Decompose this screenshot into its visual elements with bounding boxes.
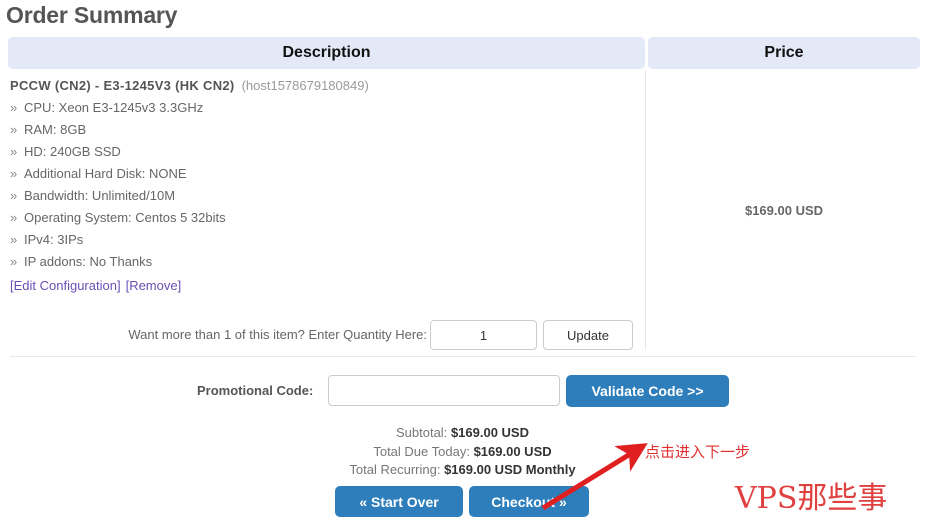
recurring-label: Total Recurring:: [349, 462, 441, 477]
quantity-input[interactable]: [430, 320, 537, 350]
chevron-right-icon: »: [10, 254, 18, 269]
page-title: Order Summary: [6, 2, 178, 28]
start-over-button[interactable]: « Start Over: [335, 486, 463, 517]
spec-bandwidth-label: Bandwidth: Unlimited/10M: [24, 188, 176, 203]
subtotal-label: Subtotal:: [395, 425, 448, 440]
edit-configuration-link[interactable]: [Edit Configuration]: [10, 278, 121, 293]
spec-cpu: » CPU: Xeon E3-1245v3 3.3GHz: [10, 100, 630, 115]
spec-ipv4-label: IPv4: 3IPs: [24, 232, 84, 247]
chevron-right-icon: »: [10, 166, 18, 181]
due-today-label: Total Due Today:: [373, 443, 470, 459]
checkout-button[interactable]: Checkout »: [469, 486, 589, 517]
table-header-price: Price: [648, 37, 920, 69]
promotional-code-input[interactable]: [328, 375, 560, 406]
chevron-right-icon: »: [10, 100, 18, 115]
chevron-right-icon: »: [10, 210, 18, 225]
order-item-host-id: (host1578679180849): [241, 78, 369, 93]
chevron-right-icon: »: [10, 188, 18, 203]
spec-ram-label: RAM: 8GB: [24, 122, 87, 137]
quantity-label: Want more than 1 of this item? Enter Qua…: [128, 327, 427, 342]
recurring-value: $169.00 USD Monthly: [444, 462, 576, 477]
order-item-name: PCCW (CN2) - E3-1245V3 (HK CN2): [10, 78, 235, 93]
subtotal-value: $169.00 USD: [450, 425, 529, 440]
spec-ip-addons: » IP addons: No Thanks: [10, 254, 630, 269]
chevron-right-icon: »: [10, 144, 18, 159]
spec-ip-addons-label: IP addons: No Thanks: [24, 254, 153, 269]
validate-code-button[interactable]: Validate Code >>: [566, 375, 729, 407]
chevron-right-icon: »: [10, 232, 18, 247]
spec-cpu-label: CPU: Xeon E3-1245v3 3.3GHz: [24, 100, 204, 115]
table-header-price-label: Price: [764, 44, 804, 61]
spec-operating-system: » Operating System: Centos 5 32bits: [10, 210, 630, 225]
watermark: VPS那些事: [735, 481, 888, 516]
order-item-price: $169.00 USD: [744, 203, 824, 218]
section-divider: [10, 356, 915, 357]
order-item-links: [Edit Configuration] [Remove]: [10, 278, 630, 293]
promotional-code-label: Promotional Code:: [197, 383, 314, 398]
spec-ram: » RAM: 8GB: [10, 122, 630, 137]
due-today-value: $169.00 USD: [473, 443, 552, 459]
order-summary-page: Order Summary Description Price PCCW (CN…: [0, 0, 925, 529]
spec-operating-system-label: Operating System: Centos 5 32bits: [24, 210, 226, 225]
update-quantity-button[interactable]: Update: [543, 320, 633, 350]
subtotal-row: Subtotal: $169.00 USD: [0, 424, 925, 443]
order-item: PCCW (CN2) - E3-1245V3 (HK CN2) (host1578…: [10, 78, 630, 293]
chevron-right-icon: »: [10, 122, 18, 137]
column-divider: [645, 70, 646, 350]
annotation-note: 点击进入下一步: [645, 444, 751, 461]
table-header-description-label: Description: [282, 44, 371, 61]
remove-item-link[interactable]: [Remove]: [126, 278, 182, 293]
spec-ipv4: » IPv4: 3IPs: [10, 232, 630, 247]
order-totals: Subtotal: $169.00 USD Total Due Today: $…: [0, 424, 925, 480]
table-header-description: Description: [8, 37, 645, 69]
spec-hd-label: HD: 240GB SSD: [24, 144, 121, 159]
order-item-title: PCCW (CN2) - E3-1245V3 (HK CN2) (host1578…: [10, 78, 630, 93]
spec-additional-hard-disk-label: Additional Hard Disk: NONE: [24, 166, 187, 181]
spec-additional-hard-disk: » Additional Hard Disk: NONE: [10, 166, 630, 181]
spec-bandwidth: » Bandwidth: Unlimited/10M: [10, 188, 630, 203]
due-today-row: Total Due Today: $169.00 USD: [0, 443, 925, 462]
spec-hd: » HD: 240GB SSD: [10, 144, 630, 159]
